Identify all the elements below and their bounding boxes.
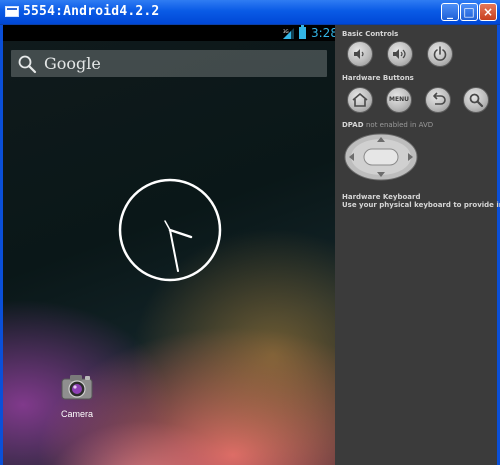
window-title-bar[interactable]: 5554:Android4.2.2 _ □ ×: [0, 0, 500, 25]
home-button[interactable]: [347, 87, 373, 113]
signal-3g-icon: 3G: [283, 28, 294, 39]
clock-minute-hand: [169, 229, 179, 272]
google-search-bar[interactable]: Google: [11, 50, 327, 77]
volume-up-button[interactable]: [387, 41, 413, 67]
app-icon-camera[interactable]: Camera: [57, 373, 97, 425]
clock-hour-hand: [168, 228, 193, 239]
svg-text:3G: 3G: [283, 29, 289, 34]
status-time: 3:28: [311, 26, 335, 40]
search-icon: [18, 55, 37, 74]
volume-down-icon: [354, 49, 364, 59]
hardware-keyboard-title: Hardware Keyboard: [342, 193, 421, 201]
power-icon: [433, 46, 447, 61]
dpad-control[interactable]: [344, 133, 418, 181]
dpad-title: DPAD not enabled in AVD: [342, 121, 433, 129]
clock-second-hand: [164, 220, 171, 231]
maximize-button[interactable]: □: [460, 3, 478, 21]
search-bar-label: Google: [44, 54, 101, 73]
app-label-camera: Camera: [60, 409, 93, 419]
back-icon: [433, 92, 446, 105]
search-icon: [469, 93, 484, 108]
home-icon: [352, 93, 368, 107]
window-title: 5554:Android4.2.2: [23, 4, 160, 19]
dpad-center-button: [363, 148, 399, 166]
window-app-icon: [5, 6, 19, 17]
search-button[interactable]: [463, 87, 489, 113]
volume-down-button[interactable]: [347, 41, 373, 67]
emulator-controls-panel: Basic Controls Hardware Buttons MENU DPA…: [335, 25, 500, 465]
dpad-label: DPAD: [342, 121, 364, 129]
hardware-buttons-title: Hardware Buttons: [342, 74, 414, 82]
menu-button[interactable]: MENU: [386, 87, 412, 113]
dpad-note: not enabled in AVD: [365, 121, 434, 129]
basic-controls-title: Basic Controls: [342, 30, 399, 38]
hardware-keyboard-description: Use your physical keyboard to provide in…: [342, 201, 500, 209]
camera-icon: [61, 375, 93, 400]
device-screen[interactable]: 3G 3:28 Google Camera: [3, 25, 335, 465]
minimize-button[interactable]: _: [441, 3, 459, 21]
status-bar: 3G 3:28: [3, 25, 335, 41]
power-button[interactable]: [427, 41, 453, 67]
analog-clock-widget[interactable]: [117, 177, 223, 283]
back-button[interactable]: [425, 87, 451, 113]
volume-up-icon: [393, 49, 406, 59]
menu-button-label: MENU: [389, 96, 409, 103]
battery-icon: [299, 25, 306, 39]
close-button[interactable]: ×: [479, 3, 497, 21]
